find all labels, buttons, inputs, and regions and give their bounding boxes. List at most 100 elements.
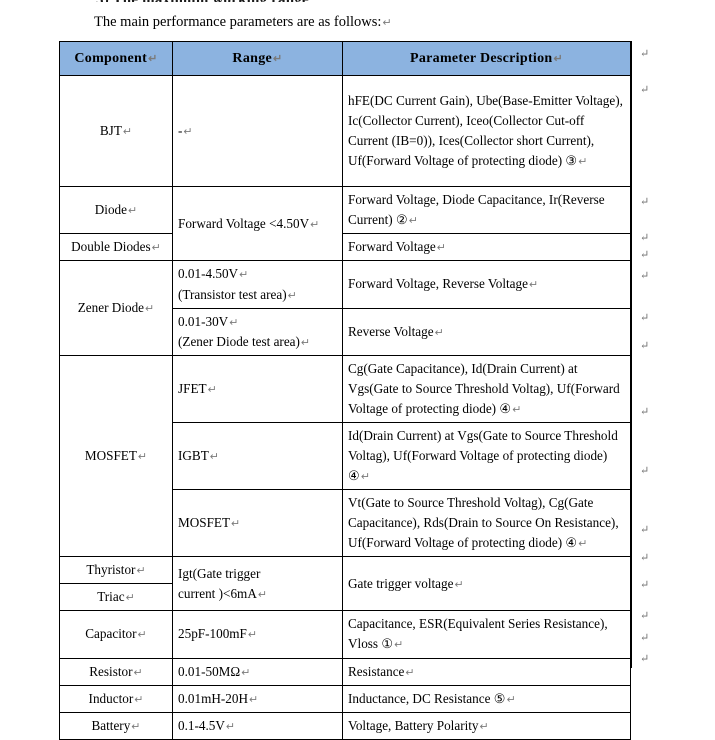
table-row: Thyristor ↵ Igt(Gate trigger current )<6mA… (59, 556, 631, 612)
cell-text: Reverse Voltage (348, 323, 434, 339)
margin-pilcrow-mark: ↵ (640, 552, 650, 564)
pilcrow-mark: ↵ (360, 471, 371, 484)
cell-description-mosfet: Vt(Gate to Source Threshold Voltag), Cg(… (342, 489, 631, 558)
cell-text: Diode (94, 202, 127, 218)
pilcrow-mark: ↵ (578, 156, 588, 169)
pilcrow-mark: ↵ (394, 639, 404, 652)
intro-text: The main performance parameters are as f… (94, 14, 382, 30)
table-row: Diode↵ Forward Voltage <4.50V↵ Forward V… (59, 186, 631, 262)
table-body: BJT↵ -↵ hFE(DC Current Gain), Ube(Base-E… (59, 75, 631, 740)
pilcrow-mark: ↵ (137, 629, 147, 642)
margin-pilcrow-mark: ↵ (640, 196, 650, 208)
cell-text: Zener Diode (77, 300, 145, 316)
pilcrow-mark: ↵ (122, 126, 133, 139)
pilcrow-mark: ↵ (528, 279, 539, 292)
pilcrow-mark: ↵ (183, 126, 193, 139)
cell-range-igbt: IGBT↵ (172, 421, 343, 491)
cell-text-line1: Igt(Gate trigger (178, 565, 261, 581)
cell-range-bjt: -↵ (172, 75, 343, 188)
cell-text: Cg(Gate Capacitance), Id(Drain Current) … (348, 360, 620, 416)
pilcrow-mark: ↵ (131, 720, 141, 733)
pilcrow-mark: ↵ (225, 720, 236, 733)
margin-pilcrow-mark: ↵ (640, 232, 650, 244)
cell-component-triac: Triac↵ (59, 583, 173, 612)
cell-component-battery: Battery↵ (59, 711, 173, 740)
cell-range-mosfet: MOSFET↵ (172, 489, 343, 558)
pilcrow-mark: ↵ (512, 403, 522, 416)
cell-range-thyristor-triac: Igt(Gate trigger current )<6mA↵ (172, 556, 343, 612)
column-header-component-label: Component (74, 51, 148, 66)
cell-text: Resistance (348, 663, 405, 679)
cell-description-zener-forward: Forward Voltage, Reverse Voltage↵ (342, 260, 631, 309)
page-right-rule (631, 41, 632, 668)
cell-text: MOSFET (84, 447, 137, 463)
cell-text: JFET (178, 380, 207, 396)
margin-pilcrow-mark: ↵ (640, 524, 650, 536)
table-row: Double Diodes↵ Forward Voltage↵ (59, 233, 631, 262)
pilcrow-mark: ↵ (207, 383, 217, 396)
cell-component-zener-diode: Zener Diode↵ (59, 260, 173, 356)
pilcrow-mark: ↵ (300, 336, 311, 349)
cell-text: Inductance, DC Resistance ⑤ (348, 690, 506, 706)
parameters-table: Component↵ Range↵ Parameter Description↵… (59, 40, 631, 740)
intro-paragraph: The main performance parameters are as f… (94, 14, 392, 31)
cell-range-battery: 0.1-4.5V↵ (172, 711, 343, 740)
pilcrow-mark: ↵ (134, 693, 144, 706)
cell-component-inductor: Inductor↵ (59, 684, 173, 713)
cell-text: 0.1-4.5V (178, 717, 225, 733)
pilcrow-mark: ↵ (248, 693, 259, 706)
pilcrow-mark: ↵ (310, 218, 320, 231)
cell-description-capacitor: Capacitance, ESR(Equivalent Series Resis… (342, 610, 631, 659)
document-page: 3) The maximum working range The main pe… (0, 0, 715, 740)
margin-pilcrow-mark: ↵ (640, 406, 650, 418)
margin-pilcrow-mark: ↵ (640, 340, 650, 352)
cell-description-igbt: Id(Drain Current) at Vgs(Gate to Source … (342, 421, 631, 491)
cell-range-zener-transistor-area: 0.01-4.50V↵ (Transistor test area)↵ (172, 260, 343, 309)
cell-component-resistor: Resistor↵ (59, 657, 173, 686)
margin-pilcrow-mark: ↵ (640, 249, 650, 261)
table-row: Capacitor↵ 25pF-100mF↵ Capacitance, ESR(… (59, 610, 631, 659)
margin-pilcrow-mark: ↵ (640, 579, 650, 591)
pilcrow-mark: ↵ (137, 450, 148, 463)
pilcrow-mark: ↵ (133, 666, 143, 679)
table-row: Inductor↵ 0.01mH-20H↵ Inductance, DC Res… (59, 684, 631, 713)
cell-text: - (178, 123, 183, 139)
margin-pilcrow-mark: ↵ (640, 312, 650, 324)
cell-component-mosfet: MOSFET↵ (59, 354, 173, 558)
cell-text-line2: (Transistor test area) (178, 286, 287, 302)
pilcrow-mark: ↵ (209, 450, 219, 463)
cell-range-diode: Forward Voltage <4.50V↵ (172, 186, 343, 262)
cell-component-diode: Diode↵ (59, 186, 173, 235)
cell-text: Inductor (88, 690, 134, 706)
cell-text: Triac (97, 589, 125, 605)
cell-text: Resistor (89, 663, 133, 679)
cell-text: Thyristor (86, 562, 136, 578)
cell-text: Voltage, Battery Polarity (348, 717, 479, 733)
cell-component-double-diodes: Double Diodes↵ (59, 233, 173, 262)
pilcrow-mark: ↵ (273, 53, 283, 65)
cell-text: Forward Voltage <4.50V (178, 215, 310, 231)
pilcrow-mark: ↵ (125, 592, 135, 605)
pilcrow-mark: ↵ (479, 720, 489, 733)
cell-text: 25pF-100mF (178, 626, 247, 642)
cell-text: BJT (99, 123, 122, 139)
column-header-description: Parameter Description↵ (342, 40, 631, 77)
cell-text: Capacitance, ESR(Equivalent Series Resis… (348, 616, 608, 652)
cell-text-line1: 0.01-4.50V (178, 266, 239, 282)
table-row: Resistor↵ 0.01-50MΩ↵ Resistance↵ (59, 657, 631, 686)
margin-pilcrow-mark: ↵ (640, 84, 650, 96)
cell-text-line2: current )<6mA (178, 585, 257, 601)
pilcrow-mark: ↵ (578, 538, 588, 551)
cell-text: MOSFET (178, 515, 231, 531)
cell-description-jfet: Cg(Gate Capacitance), Id(Drain Current) … (342, 354, 631, 423)
pilcrow-mark: ↵ (231, 518, 241, 531)
cell-text: Id(Drain Current) at Vgs(Gate to Source … (348, 427, 618, 484)
cell-text: IGBT (178, 447, 209, 463)
margin-pilcrow-mark: ↵ (640, 270, 650, 282)
table-header-row: Component↵ Range↵ Parameter Description↵ (59, 40, 631, 77)
cut-off-heading-text: 3) The maximum working range (96, 0, 309, 2)
cell-description-resistor: Resistance↵ (342, 657, 631, 686)
pilcrow-mark: ↵ (151, 242, 161, 255)
pilcrow-mark: ↵ (229, 316, 239, 329)
margin-pilcrow-mark: ↵ (640, 632, 650, 644)
